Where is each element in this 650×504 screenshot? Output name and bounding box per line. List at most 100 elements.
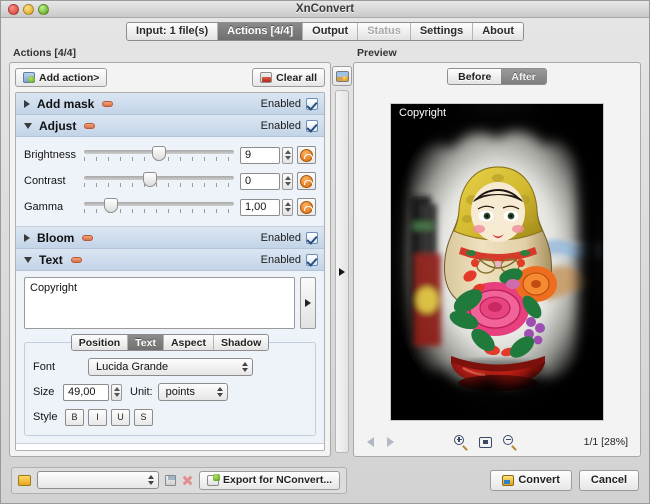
- window-titlebar: XnConvert: [1, 1, 649, 18]
- preview-pane: Preview Before After: [353, 44, 641, 457]
- clear-all-button[interactable]: Clear all: [252, 68, 325, 87]
- enabled-checkbox[interactable]: [306, 120, 318, 132]
- action-row-text[interactable]: Text Enabled: [16, 249, 324, 271]
- action-title: Add mask: [37, 97, 94, 111]
- tab-output[interactable]: Output: [303, 23, 358, 40]
- main-tabbar: Input: 1 file(s) Actions [4/4] Output St…: [1, 18, 649, 44]
- action-row-adjust[interactable]: Adjust Enabled: [16, 115, 324, 137]
- preset-group: Export for NConvert...: [11, 467, 347, 494]
- tab-input[interactable]: Input: 1 file(s): [127, 23, 218, 40]
- folder-icon[interactable]: [18, 475, 31, 486]
- action-title: Adjust: [39, 119, 76, 133]
- reset-icon: [300, 175, 313, 188]
- text-settings-form: Font Lucida Grande Size 49,00: [24, 342, 316, 436]
- fit-to-window-button[interactable]: [479, 437, 492, 448]
- preset-select[interactable]: [37, 471, 159, 489]
- gamma-slider[interactable]: [84, 197, 234, 217]
- enabled-checkbox[interactable]: [306, 98, 318, 110]
- convert-button[interactable]: Convert: [490, 470, 572, 491]
- convert-icon: [502, 475, 514, 486]
- unit-select[interactable]: points: [158, 383, 228, 401]
- gamma-stepper[interactable]: [282, 199, 293, 216]
- save-preset-icon[interactable]: [165, 475, 176, 486]
- unit-value: points: [166, 386, 195, 398]
- app-window: XnConvert Input: 1 file(s) Actions [4/4]…: [0, 0, 650, 504]
- pane-collapse-handle[interactable]: [335, 90, 349, 453]
- remove-action-icon[interactable]: [71, 257, 82, 263]
- size-stepper[interactable]: [111, 384, 122, 401]
- gamma-reset-button[interactable]: [297, 198, 316, 216]
- next-image-button[interactable]: [382, 435, 398, 449]
- preview-canvas[interactable]: Copyright: [359, 90, 635, 433]
- reset-icon: [300, 149, 313, 162]
- brightness-slider[interactable]: [84, 145, 234, 165]
- convert-label: Convert: [518, 474, 560, 486]
- tab-actions[interactable]: Actions [4/4]: [218, 23, 303, 40]
- tab-about[interactable]: About: [473, 23, 523, 40]
- slider-thumb[interactable]: [143, 172, 157, 187]
- enabled-label: Enabled: [261, 120, 301, 132]
- chevron-updown-icon: [234, 362, 248, 372]
- text-content-input[interactable]: Copyright: [24, 277, 295, 329]
- brightness-value[interactable]: 9: [240, 147, 280, 164]
- contrast-reset-button[interactable]: [297, 172, 316, 190]
- strikethrough-button[interactable]: S: [134, 409, 153, 426]
- window-title: XnConvert: [1, 3, 649, 15]
- add-action-button[interactable]: Add action>: [15, 68, 107, 87]
- contrast-value[interactable]: 0: [240, 173, 280, 190]
- gamma-value[interactable]: 1,00: [240, 199, 280, 216]
- slider-thumb[interactable]: [104, 198, 118, 213]
- actions-panel: Add action> Clear all Add mask: [9, 62, 331, 457]
- preview-panel: Before After: [353, 62, 641, 457]
- zoom-out-button[interactable]: [503, 435, 517, 449]
- enabled-checkbox[interactable]: [306, 232, 318, 244]
- zoom-in-button[interactable]: [454, 435, 468, 449]
- chevron-down-icon[interactable]: [24, 123, 32, 129]
- action-title: Text: [39, 253, 63, 267]
- font-select[interactable]: Lucida Grande: [88, 358, 253, 376]
- italic-button[interactable]: I: [88, 409, 107, 426]
- subtab-shadow[interactable]: Shadow: [214, 335, 268, 350]
- subtab-position[interactable]: Position: [72, 335, 128, 350]
- matryoshka-photo: [391, 104, 604, 421]
- enabled-label: Enabled: [261, 232, 301, 244]
- font-label: Font: [33, 361, 88, 373]
- cancel-button[interactable]: Cancel: [579, 470, 639, 491]
- brightness-stepper[interactable]: [282, 147, 293, 164]
- chevron-right-icon[interactable]: [24, 234, 30, 242]
- preview-status: 1/1 [28%]: [584, 436, 632, 448]
- gamma-label: Gamma: [24, 201, 84, 213]
- preview-toolbar: 1/1 [28%]: [359, 433, 635, 451]
- previous-image-button[interactable]: [362, 435, 378, 449]
- action-row-bloom[interactable]: Bloom Enabled: [16, 227, 324, 249]
- subtab-text[interactable]: Text: [128, 335, 164, 350]
- brightness-reset-button[interactable]: [297, 146, 316, 164]
- bold-button[interactable]: B: [65, 409, 84, 426]
- remove-action-icon[interactable]: [84, 123, 95, 129]
- contrast-slider[interactable]: [84, 171, 234, 191]
- tab-settings[interactable]: Settings: [411, 23, 473, 40]
- before-button[interactable]: Before: [448, 69, 501, 84]
- adjust-action-body: Brightness 9: [16, 137, 324, 227]
- action-row-add-mask[interactable]: Add mask Enabled: [16, 93, 324, 115]
- action-title: Bloom: [37, 231, 74, 245]
- size-input[interactable]: 49,00: [63, 384, 109, 401]
- contrast-stepper[interactable]: [282, 173, 293, 190]
- chevron-updown-icon: [140, 475, 154, 485]
- remove-action-icon[interactable]: [82, 235, 93, 241]
- chevron-down-icon[interactable]: [24, 257, 32, 263]
- text-expand-button[interactable]: [300, 277, 316, 329]
- add-action-icon: [23, 72, 35, 83]
- preview-toggle-button[interactable]: [332, 66, 352, 86]
- chevron-right-icon[interactable]: [24, 100, 30, 108]
- subtab-aspect[interactable]: Aspect: [164, 335, 214, 350]
- slider-thumb[interactable]: [152, 146, 166, 161]
- underline-button[interactable]: U: [111, 409, 130, 426]
- actions-list[interactable]: Add mask Enabled Adjust: [15, 92, 325, 451]
- before-after-toggle: Before After: [359, 68, 635, 85]
- remove-action-icon[interactable]: [102, 101, 113, 107]
- enabled-checkbox[interactable]: [306, 254, 318, 266]
- after-button[interactable]: After: [501, 69, 546, 84]
- export-nconvert-button[interactable]: Export for NConvert...: [199, 471, 340, 490]
- delete-preset-icon[interactable]: [182, 475, 193, 486]
